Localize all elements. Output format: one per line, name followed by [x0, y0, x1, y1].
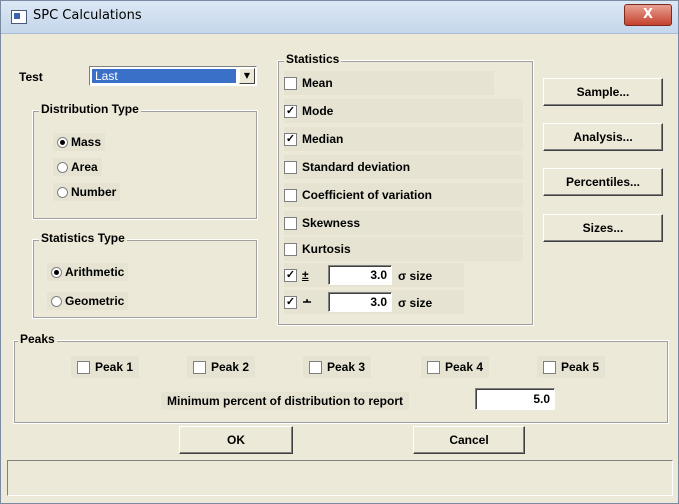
radio-arithmetic-label: Arithmetic [65, 265, 125, 279]
check-mode-label: Mode [302, 104, 334, 118]
peak-5-checkbox[interactable]: Peak 5 [537, 356, 606, 378]
peaks-title: Peaks [18, 332, 57, 346]
check-mean[interactable]: Mean [284, 71, 494, 95]
checkbox-icon [284, 76, 297, 90]
checkbox-icon [284, 188, 297, 202]
distribution-type-group: Distribution Type Mass Area Number [32, 102, 258, 220]
spc-window: SPC Calculations X Test Last ▼ Distribut… [0, 0, 679, 504]
radio-unselected-icon [57, 186, 68, 198]
radio-geometric[interactable]: Geometric [47, 292, 129, 310]
status-area [7, 460, 673, 496]
checkbox-icon [309, 360, 322, 374]
radio-unselected-icon [51, 295, 62, 307]
checkbox-icon [284, 242, 297, 256]
peak-1-checkbox[interactable]: Peak 1 [71, 356, 140, 378]
checkbox-icon [77, 360, 90, 374]
min-percent-input[interactable]: 5.0 [475, 388, 555, 410]
check-standard-deviation[interactable]: Standard deviation [284, 155, 523, 179]
radio-mass[interactable]: Mass [53, 133, 106, 151]
radio-arithmetic[interactable]: Arithmetic [47, 263, 129, 281]
check-standard-deviation-label: Standard deviation [302, 160, 411, 174]
min-percent-label: Minimum percent of distribution to repor… [161, 392, 409, 410]
sigma-minus-input[interactable]: 3.0 [328, 292, 392, 312]
radio-area[interactable]: Area [53, 158, 102, 176]
checkbox-checked-icon: ✓ [284, 295, 297, 309]
statistics-type-group: Statistics Type Arithmetic Geometric [32, 231, 258, 319]
ok-button[interactable]: OK [179, 426, 293, 454]
radio-mass-label: Mass [71, 135, 102, 149]
radio-selected-icon [51, 266, 62, 278]
checkbox-checked-icon: ✓ [284, 268, 297, 282]
percentiles-button[interactable]: Percentiles... [543, 168, 663, 196]
dialog-body: Test Last ▼ Distribution Type Mass Area … [7, 34, 673, 499]
check-median[interactable]: ✓ Median [284, 127, 523, 151]
checkbox-checked-icon: ✓ [284, 132, 297, 146]
checkbox-icon [427, 360, 440, 374]
peak-1-label: Peak 1 [95, 360, 134, 374]
app-icon [11, 10, 27, 24]
check-mode[interactable]: ✓ Mode [284, 99, 523, 123]
peaks-group: Peaks [13, 332, 669, 424]
check-median-label: Median [302, 132, 344, 146]
test-label: Test [19, 70, 43, 84]
sigma-minus-unit: σ size [398, 296, 433, 310]
test-dropdown[interactable]: Last ▼ [89, 66, 257, 86]
sigma-minus-sign: ∸ [302, 295, 313, 309]
checkbox-icon [284, 160, 297, 174]
check-kurtosis[interactable]: Kurtosis [284, 237, 523, 261]
peak-4-label: Peak 4 [445, 360, 484, 374]
cancel-button[interactable]: Cancel [413, 426, 525, 454]
checkbox-icon [193, 360, 206, 374]
radio-geometric-label: Geometric [65, 294, 125, 308]
sigma-plus-unit: σ size [398, 269, 433, 283]
radio-selected-icon [57, 136, 68, 148]
peak-4-checkbox[interactable]: Peak 4 [421, 356, 490, 378]
radio-area-label: Area [71, 160, 98, 174]
check-coefficient-of-variation[interactable]: Coefficient of variation [284, 183, 523, 207]
chevron-down-icon[interactable]: ▼ [239, 68, 255, 84]
statistics-title: Statistics [284, 52, 342, 66]
statistics-group: Statistics Mean ✓ Mode ✓ Median Standard… [277, 52, 534, 326]
radio-number[interactable]: Number [53, 183, 121, 201]
distribution-type-title: Distribution Type [39, 102, 141, 116]
test-dropdown-value: Last [92, 69, 236, 83]
checkbox-icon [284, 216, 297, 230]
peak-3-label: Peak 3 [327, 360, 366, 374]
check-kurtosis-label: Kurtosis [302, 242, 351, 256]
peak-2-label: Peak 2 [211, 360, 250, 374]
check-skewness-label: Skewness [302, 216, 361, 230]
peak-2-checkbox[interactable]: Peak 2 [187, 356, 256, 378]
peak-3-checkbox[interactable]: Peak 3 [303, 356, 372, 378]
title-bar: SPC Calculations X [1, 1, 678, 34]
check-skewness[interactable]: Skewness [284, 211, 523, 235]
check-mean-label: Mean [302, 76, 333, 90]
sigma-plus-sign: ± [302, 268, 309, 282]
sigma-plus-input[interactable]: 3.0 [328, 265, 392, 285]
statistics-type-title: Statistics Type [39, 231, 127, 245]
radio-unselected-icon [57, 161, 68, 173]
close-button[interactable]: X [624, 4, 672, 26]
analysis-button[interactable]: Analysis... [543, 123, 663, 151]
check-coefficient-label: Coefficient of variation [302, 188, 433, 202]
radio-number-label: Number [71, 185, 117, 199]
peak-5-label: Peak 5 [561, 360, 600, 374]
sample-button[interactable]: Sample... [543, 78, 663, 106]
window-title: SPC Calculations [33, 8, 142, 23]
checkbox-checked-icon: ✓ [284, 104, 297, 118]
checkbox-icon [543, 360, 556, 374]
sizes-button[interactable]: Sizes... [543, 214, 663, 242]
